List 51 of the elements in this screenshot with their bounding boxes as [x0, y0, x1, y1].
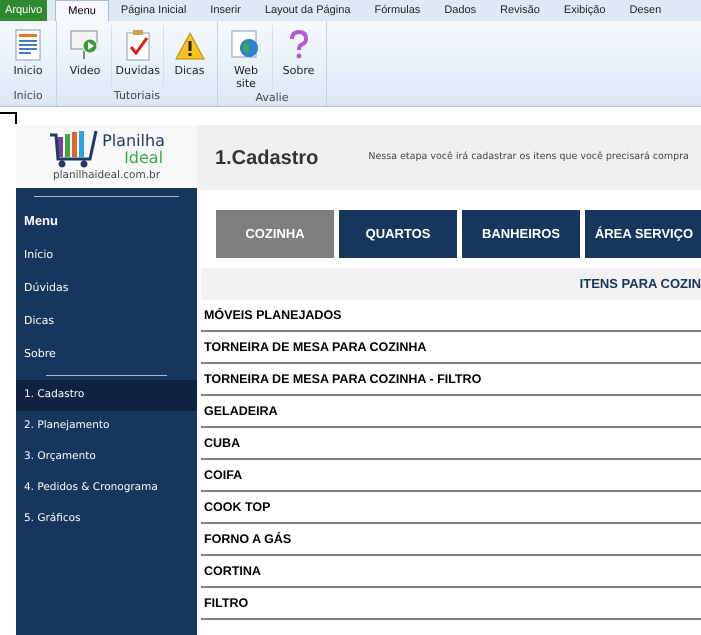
ribbon-tab[interactable]: Layout da Página — [252, 0, 362, 21]
ribbon-tab[interactable]: Menu — [55, 0, 109, 21]
ribbon-tab[interactable]: Dados — [432, 0, 488, 21]
sidebar-item[interactable]: 4. Pedidos & Cronograma — [16, 472, 197, 504]
sidebar-item[interactable]: Dúvidas — [16, 272, 197, 304]
ribbon-tab[interactable]: Desen — [617, 0, 674, 21]
table-cell-text: GELADEIRA — [204, 402, 278, 420]
ribbon-button[interactable]: Inicio — [2, 25, 54, 88]
cart-logo-icon — [48, 129, 100, 169]
ribbon-tab[interactable]: Exibição — [552, 0, 618, 21]
ribbon-tab[interactable]: Inserir — [198, 0, 253, 21]
sidebar-item[interactable]: 1. Cadastro — [16, 380, 197, 410]
file-tab[interactable]: Arquivo — [0, 0, 48, 21]
logo-url: planilhaideal.com.br — [52, 169, 160, 182]
sidebar-heading: Menu — [23, 212, 59, 230]
ribbon-group-label: Inicio — [12, 88, 44, 104]
ribbon-button[interactable]: Sobre — [272, 25, 324, 90]
cell-cursor-icon — [0, 112, 17, 124]
table-cell-text: COIFA — [204, 466, 242, 484]
sidebar-item[interactable]: 2. Planejamento — [16, 410, 197, 442]
ribbon-button[interactable]: Web site — [220, 25, 272, 90]
table-cell-text: TORNEIRA DE MESA PARA COZINHA — [204, 338, 426, 356]
table-heading: ITENS PARA COZIN — [580, 275, 701, 294]
table-cell-text: CORTINA — [204, 562, 261, 580]
logo-text: Planilha — [102, 132, 165, 149]
table-cell-text: COOK TOP — [204, 498, 270, 516]
page-title: 1.Cadastro — [215, 146, 318, 170]
table-cell-text: CUBA — [204, 434, 240, 452]
sidebar-item[interactable]: Sobre — [16, 338, 197, 370]
ribbon-button[interactable]: Dicas — [163, 25, 215, 88]
category-tab[interactable]: BANHEIROS — [462, 210, 580, 258]
logo-text: Ideal — [123, 149, 164, 166]
table-cell-text: TORNEIRA DE MESA PARA COZINHA - FILTRO — [204, 370, 482, 388]
sidebar-item[interactable]: 3. Orçamento — [16, 442, 197, 472]
ribbon-group-label: Tutoriais — [112, 88, 162, 104]
table-cell-text: MÓVEIS PLANEJADOS — [204, 306, 342, 324]
sidebar-item[interactable]: 5. Gráficos — [16, 504, 197, 534]
ribbon-tab[interactable]: Página Inicial — [108, 0, 198, 21]
category-tab[interactable]: ÁREA SERVIÇO — [585, 210, 701, 258]
page-description: Nessa etapa você irá cadastrar os itens que você precisará compra — [368, 150, 689, 164]
ribbon-tab[interactable]: Fórmulas — [362, 0, 432, 21]
ribbon-tab[interactable]: Revisão — [488, 0, 552, 21]
category-tab[interactable]: QUARTOS — [339, 210, 457, 258]
table-cell-text: FILTRO — [204, 594, 248, 612]
table-cell-text: FORNO A GÁS — [204, 530, 292, 548]
ribbon-button[interactable]: Video — [59, 25, 111, 88]
ribbon-group-label: Avalie — [254, 90, 290, 106]
sidebar-item[interactable]: Início — [16, 238, 197, 272]
category-tab[interactable]: COZINHA — [216, 210, 334, 258]
sidebar-item[interactable]: Dicas — [16, 304, 197, 338]
ribbon-button[interactable]: Duvidas — [111, 25, 163, 88]
